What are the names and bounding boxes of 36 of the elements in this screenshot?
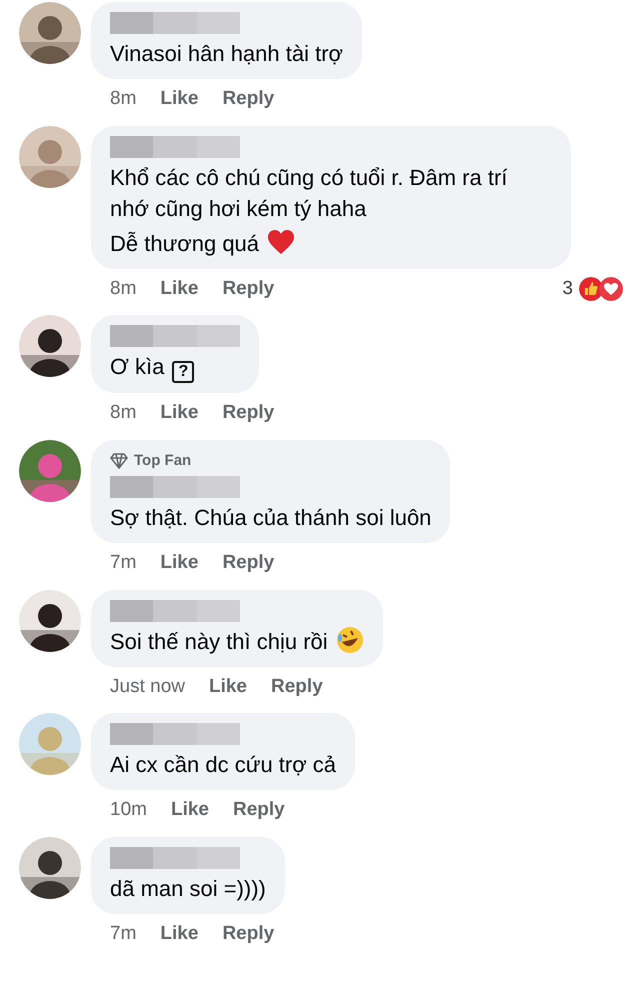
- reply-link[interactable]: Reply: [233, 796, 285, 824]
- reply-link[interactable]: Reply: [222, 920, 274, 948]
- reply-link[interactable]: Reply: [222, 85, 274, 114]
- like-link[interactable]: Like: [208, 672, 248, 701]
- like-link[interactable]: Like: [160, 920, 198, 948]
- comment-text: Soi thế này thì chịu rồi: [110, 626, 364, 656]
- laughing-emoji-icon: [336, 626, 364, 654]
- comment-time: 10m: [110, 798, 147, 822]
- reaction-count: 3: [562, 276, 573, 300]
- comment-text: Khổ các cô chú cũng có tuổi r. Đâm ra trí nhớ cũng hơi kém tý haha: [110, 164, 508, 223]
- comment-time: Just now: [110, 674, 185, 698]
- like-link[interactable]: Like: [160, 85, 198, 114]
- reply-link[interactable]: Reply: [271, 672, 323, 701]
- comment-time: 7m: [110, 922, 136, 946]
- comment-time: 7m: [110, 551, 136, 575]
- comment-time: 8m: [110, 276, 136, 300]
- like-link[interactable]: Like: [160, 549, 198, 578]
- diamond-icon: [110, 452, 128, 469]
- like-link[interactable]: Like: [160, 274, 198, 303]
- heart-icon: [267, 228, 296, 254]
- comment-text: Dễ thương quá: [110, 228, 552, 258]
- comment-text: Ai cx cần dc cứu trợ cả: [110, 751, 336, 779]
- reply-link[interactable]: Reply: [222, 399, 274, 428]
- reply-link[interactable]: Reply: [222, 274, 274, 303]
- comment-time: 8m: [110, 87, 136, 111]
- thumbs-up-icon: [579, 276, 603, 301]
- missing-glyph: ?: [172, 361, 194, 383]
- comment-text: dã man soi =)))): [110, 874, 266, 902]
- like-link[interactable]: Like: [170, 796, 209, 824]
- comment-text: Ơ kìa ?: [110, 351, 240, 383]
- comment-time: 8m: [110, 401, 136, 425]
- reply-link[interactable]: Reply: [222, 549, 274, 578]
- comment-text: Sợ thật. Chúa của thánh soi luôn: [110, 504, 432, 532]
- like-link[interactable]: Like: [160, 399, 198, 428]
- comment-text: Vinasoi hân hạnh tài trợ: [110, 40, 343, 68]
- top-fan-label: Top Fan: [134, 450, 192, 470]
